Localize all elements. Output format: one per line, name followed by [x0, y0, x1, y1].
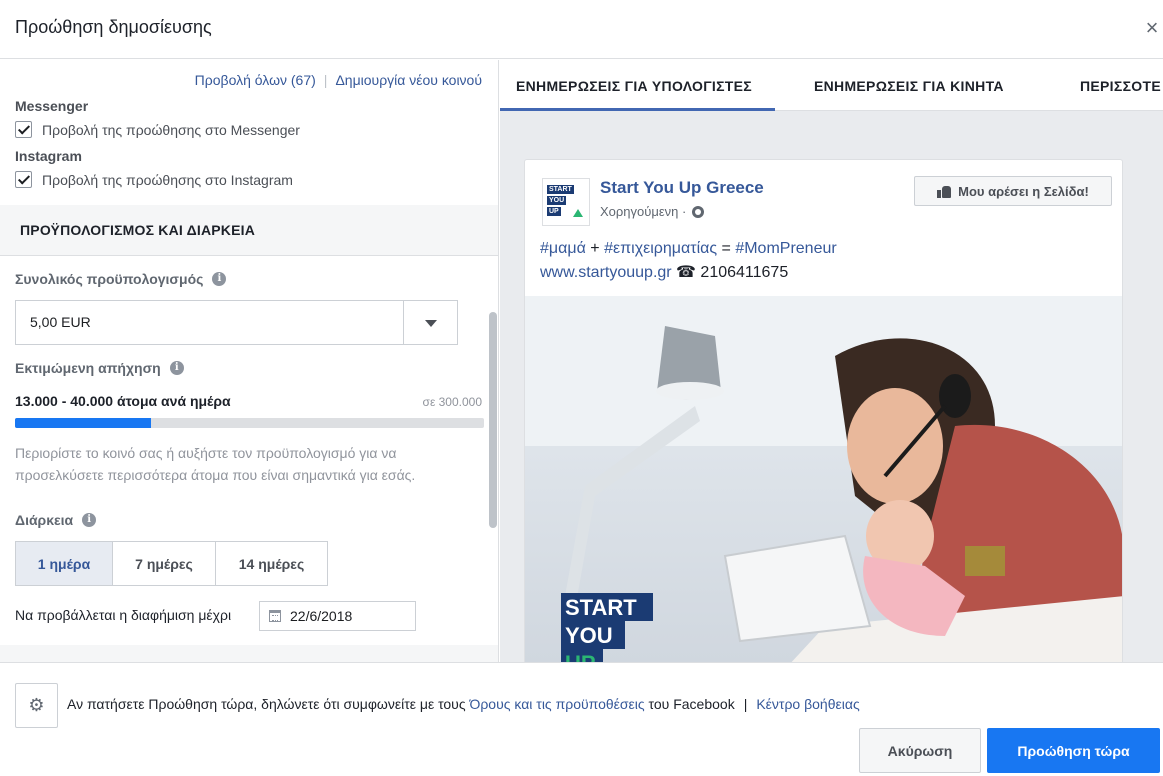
preview-panel: ΕΝΗΜΕΡΩΣΕΙΣ ΓΙΑ ΥΠΟΛΟΓΙΣΤΕΣ ΕΝΗΜΕΡΩΣΕΙΣ …	[500, 60, 1163, 662]
close-icon[interactable]: ×	[1141, 14, 1163, 42]
post-image-illustration: START YOU UP	[525, 296, 1122, 662]
post-text-line-2: www.startyouup.gr ☎ 2106411675	[540, 261, 837, 285]
end-date-value: 22/6/2018	[290, 608, 353, 624]
dialog-title: Προώθηση δημοσίευσης	[15, 17, 212, 37]
avatar-logo-line-1: START	[547, 185, 574, 194]
terms-text: Αν πατήσετε Προώθηση τώρα, δηλώνετε ότι …	[67, 696, 860, 712]
avatar-logo-line-3: UP	[547, 207, 561, 216]
reach-progress-bar	[15, 418, 484, 428]
dialog-footer: ⚙ Αν πατήσετε Προώθηση τώρα, δηλώνετε ότ…	[0, 662, 1163, 776]
logo-text-up: UP	[565, 651, 596, 662]
messenger-label: Messenger	[15, 98, 89, 114]
duration-7-days-button[interactable]: 7 ημέρες	[112, 541, 216, 586]
duration-14-days-button[interactable]: 14 ημέρες	[215, 541, 328, 586]
calendar-icon	[269, 610, 281, 622]
total-budget-label-text: Συνολικός προϋπολογισμός	[15, 271, 204, 287]
thumbs-up-icon	[937, 184, 952, 198]
reach-total: σε 300.000	[422, 395, 482, 409]
like-page-button[interactable]: Μου αρέσει η Σελίδα!	[914, 176, 1112, 206]
logo-triangle-icon	[573, 209, 583, 217]
post-image[interactable]: START YOU UP	[525, 296, 1122, 662]
estimated-reach-label: Εκτιμώμενη απήχηση i	[15, 360, 184, 376]
terms-prefix: Αν πατήσετε Προώθηση τώρα, δηλώνετε ότι …	[67, 696, 470, 712]
link-separator: |	[323, 72, 328, 88]
view-all-audiences-link[interactable]: Προβολή όλων (67)	[195, 72, 316, 88]
terms-link[interactable]: Όρους και τις προϋποθέσεις	[469, 696, 644, 712]
messenger-checkbox-row[interactable]: Προβολή της προώθησης στο Messenger	[15, 121, 300, 138]
footer-separator: |	[743, 696, 748, 712]
budget-section-header: ΠΡΟΫΠΟΛΟΓΙΣΜΟΣ ΚΑΙ ΔΙΑΡΚΕΙΑ	[0, 205, 498, 256]
reach-note: Περιορίστε το κοινό σας ή αυξήστε τον πρ…	[15, 445, 416, 483]
duration-label-text: Διάρκεια	[15, 512, 74, 528]
page-avatar[interactable]: START YOU UP	[542, 178, 590, 226]
boost-now-button[interactable]: Προώθηση τώρα	[987, 728, 1160, 773]
like-page-label: Μου αρέσει η Σελίδα!	[958, 183, 1089, 199]
logo-text-you: YOU	[565, 623, 613, 648]
hashtag-link[interactable]: #επιχειρηματίας	[604, 240, 717, 257]
instagram-checkbox-row[interactable]: Προβολή της προώθησης στο Instagram	[15, 171, 293, 188]
duration-1-day-button[interactable]: 1 ημέρα	[15, 541, 113, 586]
settings-gear-button[interactable]: ⚙	[15, 683, 58, 728]
avatar-logo-line-2: YOU	[547, 196, 567, 205]
post-text: #μαμά + #επιχειρηματίας = #MomPreneur ww…	[540, 237, 837, 285]
phone-text: ☎ 2106411675	[671, 264, 789, 281]
settings-panel: Προβολή όλων (67) | Δημιουργία νέου κοινού…	[0, 60, 499, 662]
sponsored-label: Χορηγούμενη ·	[600, 204, 705, 219]
audience-links: Προβολή όλων (67) | Δημιουργία νέου κοινού	[195, 72, 482, 88]
create-audience-link[interactable]: Δημιουργία νέου κοινού	[335, 72, 482, 88]
reach-range: 13.000 - 40.000 άτομα ανά ημέρα	[15, 393, 231, 409]
equals-text: =	[717, 240, 736, 257]
budget-section-title: ΠΡΟΫΠΟΛΟΓΙΣΜΟΣ ΚΑΙ ΔΙΑΡΚΕΙΑ	[20, 222, 256, 238]
reach-progress-fill	[15, 418, 151, 428]
globe-icon	[692, 205, 705, 218]
info-icon[interactable]: i	[82, 513, 97, 527]
estimated-reach-label-text: Εκτιμώμενη απήχηση	[15, 360, 161, 376]
messenger-checkbox[interactable]	[15, 121, 32, 138]
hashtag-link[interactable]: #μαμά	[540, 240, 586, 257]
budget-dropdown-button[interactable]	[403, 300, 458, 345]
info-icon[interactable]: i	[169, 361, 184, 375]
logo-text-start: START	[565, 595, 637, 620]
boost-post-dialog: Προώθηση δημοσίευσης × Προβολή όλων (67)…	[0, 0, 1163, 776]
instagram-checkbox[interactable]	[15, 171, 32, 188]
hashtag-link[interactable]: #MomPreneur	[735, 240, 836, 257]
duration-label: Διάρκεια i	[15, 512, 97, 528]
end-date-label: Να προβάλλεται η διαφήμιση μέχρι	[15, 607, 232, 623]
settings-scrollbar[interactable]	[489, 312, 497, 528]
tab-mobile-news-feed[interactable]: ΕΝΗΜΕΡΩΣΕΙΣ ΓΙΑ ΚΙΝΗΤΑ	[814, 60, 1004, 111]
info-icon[interactable]: i	[212, 272, 227, 286]
sponsored-text: Χορηγούμενη ·	[600, 204, 687, 219]
post-text-line-1: #μαμά + #επιχειρηματίας = #MomPreneur	[540, 237, 837, 261]
preview-tabs: ΕΝΗΜΕΡΩΣΕΙΣ ΓΙΑ ΥΠΟΛΟΓΙΣΤΕΣ ΕΝΗΜΕΡΩΣΕΙΣ …	[500, 60, 1163, 111]
messenger-checkbox-label: Προβολή της προώθησης στο Messenger	[42, 121, 300, 138]
website-link[interactable]: www.startyouup.gr	[540, 264, 672, 281]
plus-text: +	[585, 240, 605, 257]
duration-buttons: 1 ημέρα 7 ημέρες 14 ημέρες	[15, 541, 328, 586]
cancel-button[interactable]: Ακύρωση	[859, 728, 981, 773]
page-name-link[interactable]: Start You Up Greece	[600, 178, 764, 198]
tab-more[interactable]: ΠΕΡΙΣΣΟΤΕ	[1080, 60, 1161, 111]
dialog-header: Προώθηση δημοσίευσης ×	[0, 0, 1163, 59]
budget-input[interactable]: 5,00 EUR	[15, 300, 404, 345]
instagram-label: Instagram	[15, 148, 82, 164]
instagram-checkbox-label: Προβολή της προώθησης στο Instagram	[42, 171, 293, 188]
total-budget-label: Συνολικός προϋπολογισμός i	[15, 271, 227, 287]
tab-desktop-news-feed[interactable]: ΕΝΗΜΕΡΩΣΕΙΣ ΓΙΑ ΥΠΟΛΟΓΙΣΤΕΣ	[500, 60, 775, 111]
next-section-strip	[0, 645, 498, 662]
gear-icon: ⚙	[28, 695, 45, 715]
terms-suffix: του Facebook	[644, 696, 735, 712]
end-date-input[interactable]: 22/6/2018	[259, 601, 416, 631]
post-preview: START YOU UP Start You Up Greece Χορηγού…	[524, 159, 1123, 662]
help-center-link[interactable]: Κέντρο βοήθειας	[756, 696, 859, 712]
